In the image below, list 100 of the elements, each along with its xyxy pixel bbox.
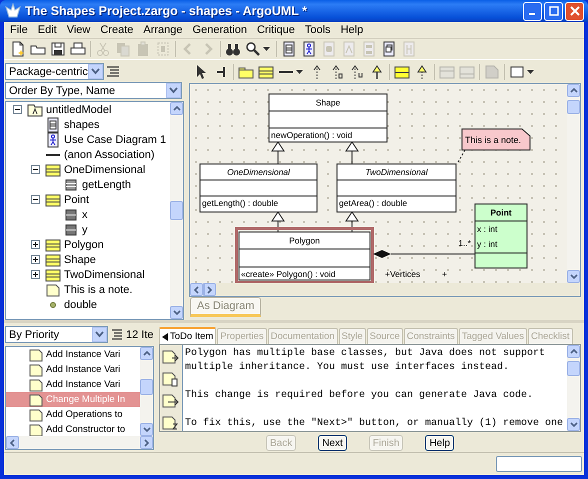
todo-item[interactable]: Add Constructor to (6, 422, 140, 436)
menu-item[interactable]: Arrange (138, 24, 188, 36)
class-box[interactable] (268, 94, 388, 142)
collapse-toggle-icon[interactable] (12, 105, 22, 114)
window-title: The Shapes Project.zargo - shapes - ArgoUML * (25, 4, 308, 18)
model-folder-icon (27, 102, 43, 118)
todo-item[interactable]: Add Instance Vari (6, 347, 140, 362)
rectangle-icon[interactable] (509, 64, 525, 80)
note-snooze-icon[interactable] (162, 415, 180, 431)
menu-item[interactable]: File (5, 24, 33, 36)
minimize-button[interactable] (523, 2, 542, 20)
caret-icon[interactable] (263, 47, 270, 51)
close-button[interactable] (565, 2, 584, 20)
diagram-canvas[interactable]: Shape newOperation() : void This is a note. OneDimensional getLength() : double TwoDimensional getArea() : double Point Polygon «create» Polygon() : void x : int 1..* y : int +Vertices + (190, 84, 567, 283)
note-trash-icon[interactable] (162, 371, 180, 387)
expand-toggle-icon[interactable] (30, 240, 40, 249)
todo-item[interactable]: Add Instance Vari (6, 362, 140, 377)
tree-item[interactable]: (anon Association) (6, 147, 170, 162)
class-box[interactable] (200, 164, 318, 212)
zoom-icon[interactable] (245, 41, 261, 57)
class-icon (45, 162, 61, 178)
tree-item[interactable]: TwoDimensional (6, 267, 170, 282)
menu-item[interactable]: Generation (188, 24, 252, 36)
note-arrow-icon[interactable] (162, 349, 180, 365)
menu-item[interactable]: Edit (32, 24, 62, 36)
deployment-diagram-icon[interactable] (381, 41, 397, 57)
class-diagram-icon[interactable] (281, 41, 297, 57)
priority-dropdown[interactable]: By Priority (5, 326, 108, 343)
expand-toggle-icon[interactable] (30, 255, 40, 264)
close-icon[interactable] (570, 6, 580, 16)
binoculars-icon[interactable] (225, 41, 241, 57)
tree-item[interactable]: untitledModel (6, 102, 170, 117)
maximize-icon[interactable] (548, 6, 558, 16)
chevron-down-icon (90, 68, 100, 75)
tree-item[interactable]: x (6, 207, 170, 222)
vertical-scrollbar[interactable] (567, 345, 580, 431)
vertical-scrollbar[interactable] (170, 102, 183, 319)
tab[interactable]: ToDo Item (159, 327, 216, 344)
dashed-arrow-icon[interactable] (349, 64, 365, 80)
note-arrow-icon[interactable] (162, 393, 180, 409)
line-icon (45, 152, 61, 156)
wizard-button[interactable]: Next (318, 435, 347, 451)
save-icon[interactable] (50, 41, 66, 57)
expand-toggle-icon[interactable] (30, 270, 40, 279)
wizard-button[interactable]: Help (425, 435, 454, 451)
tree-item[interactable]: This is a note. (6, 282, 170, 297)
scrollbar-thumb[interactable] (567, 361, 580, 376)
left-triangle-icon (162, 332, 168, 340)
generalization-arrow (271, 141, 285, 164)
message-paragraph: Polygon has multiple base classes, but Java does not support multiple inheritance. You must use interfaces instead. (185, 347, 546, 375)
class-name: Shape (316, 98, 340, 108)
menu-item[interactable]: Critique (252, 24, 300, 36)
vertical-scrollbar[interactable] (140, 347, 153, 436)
tree-item[interactable]: Use Case Diagram 1 (6, 132, 170, 147)
order-dropdown[interactable]: Order By Type, Name (5, 82, 182, 99)
menu-item[interactable]: Create (95, 24, 138, 36)
scrollbar-thumb[interactable] (140, 378, 153, 395)
tree-item[interactable]: Shape (6, 252, 170, 267)
attribute-text: y : int (477, 239, 498, 249)
realization-icon[interactable] (414, 64, 430, 80)
scrollbar-thumb[interactable] (567, 100, 580, 114)
scrollbar-thumb[interactable] (170, 200, 183, 220)
todo-item[interactable]: Add Operations to (6, 407, 140, 422)
operation-text: getLength() : double (202, 198, 278, 208)
maximize-button[interactable] (544, 2, 563, 20)
tree-item[interactable]: shapes (6, 117, 170, 132)
class-box[interactable] (336, 164, 456, 212)
caret-icon[interactable] (527, 70, 534, 74)
tree-item[interactable]: double (6, 297, 170, 312)
horizontal-scrollbar[interactable] (6, 436, 153, 449)
tree-item[interactable]: OneDimensional (6, 162, 170, 177)
generalization-icon[interactable] (369, 64, 385, 80)
collapse-toggle-icon[interactable] (30, 165, 40, 174)
menu-item[interactable]: Tools (300, 24, 336, 36)
class-box[interactable] (474, 204, 528, 268)
tree-item[interactable]: y (6, 222, 170, 237)
collapse-toggle-icon[interactable] (30, 195, 40, 204)
caret-icon[interactable] (296, 70, 303, 74)
interface-icon[interactable] (394, 64, 410, 80)
tree-item[interactable]: getLength (6, 177, 170, 192)
vertical-scrollbar[interactable] (567, 84, 580, 283)
class-name: Polygon (289, 236, 320, 246)
tree-item[interactable]: Polygon (6, 237, 170, 252)
operation-text: getArea() : double (339, 198, 408, 208)
tree-item[interactable]: Point (6, 192, 170, 207)
usecase-diagram-icon (45, 132, 61, 148)
print-icon[interactable] (70, 41, 86, 57)
menu-item[interactable]: View (62, 24, 96, 36)
new-file-icon[interactable] (10, 41, 26, 57)
list-settings-icon[interactable] (106, 64, 120, 80)
line-icon[interactable] (278, 70, 294, 74)
todo-item[interactable]: Add Instance Vari (6, 377, 140, 392)
operation-text: newOperation() : void (271, 130, 352, 140)
class-icon[interactable] (258, 64, 274, 80)
attribute-text: x : int (477, 224, 498, 234)
perspective-dropdown[interactable]: Package-centric (5, 63, 104, 80)
list-settings-icon[interactable] (111, 328, 123, 342)
usecase-diagram-icon[interactable] (301, 41, 317, 57)
horizontal-scrollbar[interactable] (190, 283, 216, 296)
menu-item[interactable]: Help (336, 24, 368, 36)
